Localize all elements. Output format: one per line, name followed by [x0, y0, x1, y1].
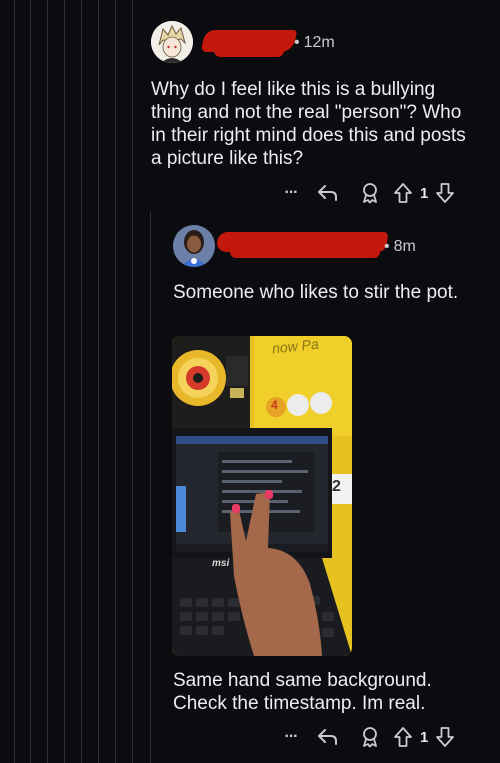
- thread-line-1[interactable]: [14, 0, 15, 763]
- photo-sticker-number-1: 4: [271, 398, 278, 412]
- thread-line-3[interactable]: [47, 0, 48, 763]
- upvote-icon: [394, 727, 412, 747]
- comment-1-actions: ··· 1: [276, 181, 458, 205]
- avatar-comment-1[interactable]: [151, 21, 193, 63]
- photo-sticker-number-2: 2: [332, 478, 341, 495]
- comment-2-photo[interactable]: now Pa 4 2 msi: [172, 336, 352, 656]
- comment-1-time: 12m: [303, 34, 335, 51]
- reply-icon: [318, 729, 337, 745]
- award-icon: [363, 183, 377, 204]
- comment-2-time: 8m: [393, 238, 416, 255]
- photo-image: [172, 336, 352, 656]
- comment-1-meta: • 12m: [294, 34, 335, 52]
- upvote-icon: [394, 183, 412, 203]
- comment-2-actions: ··· 1: [276, 725, 458, 749]
- dot-separator: •: [384, 238, 390, 255]
- avatar-person-icon: [173, 225, 215, 267]
- vote-count: 1: [420, 728, 429, 746]
- thread-line-2[interactable]: [30, 0, 31, 763]
- redacted-username-2b: [230, 246, 380, 258]
- thread-line-6[interactable]: [98, 0, 99, 763]
- vote-count: 1: [420, 184, 429, 202]
- reply-button[interactable]: [306, 181, 350, 205]
- avatar-anime-icon: [151, 21, 193, 63]
- comment-2-body-top: Someone who likes to stir the pot.: [173, 282, 459, 303]
- reply-button[interactable]: [306, 725, 350, 749]
- upvote-button[interactable]: [390, 725, 416, 749]
- redacted-username-1b: [214, 44, 284, 57]
- more-icon: ···: [284, 728, 299, 745]
- comment-1-body: Why do I feel like this is a bullying th…: [151, 79, 466, 169]
- upvote-button[interactable]: [390, 181, 416, 205]
- downvote-button[interactable]: [432, 181, 458, 205]
- downvote-icon: [436, 727, 455, 747]
- thread-line-8[interactable]: [132, 0, 133, 763]
- award-button[interactable]: [350, 725, 390, 749]
- more-icon: ···: [284, 184, 299, 201]
- more-button[interactable]: ···: [276, 725, 306, 749]
- comment-2-body-bottom: Same hand same background. Check the tim…: [173, 670, 432, 714]
- dot-separator: •: [294, 34, 300, 51]
- more-button[interactable]: ···: [276, 181, 306, 205]
- photo-laptop-brand: msi: [212, 558, 230, 569]
- downvote-icon: [436, 183, 455, 203]
- reply-icon: [318, 185, 337, 201]
- award-icon: [363, 727, 377, 748]
- avatar-comment-2[interactable]: [173, 225, 215, 267]
- thread-line-9[interactable]: [150, 212, 151, 763]
- award-button[interactable]: [350, 181, 390, 205]
- thread-line-7[interactable]: [115, 0, 116, 763]
- thread-line-5[interactable]: [81, 0, 82, 763]
- thread-line-4[interactable]: [64, 0, 65, 763]
- downvote-button[interactable]: [432, 725, 458, 749]
- comment-2-meta: • 8m: [384, 238, 416, 256]
